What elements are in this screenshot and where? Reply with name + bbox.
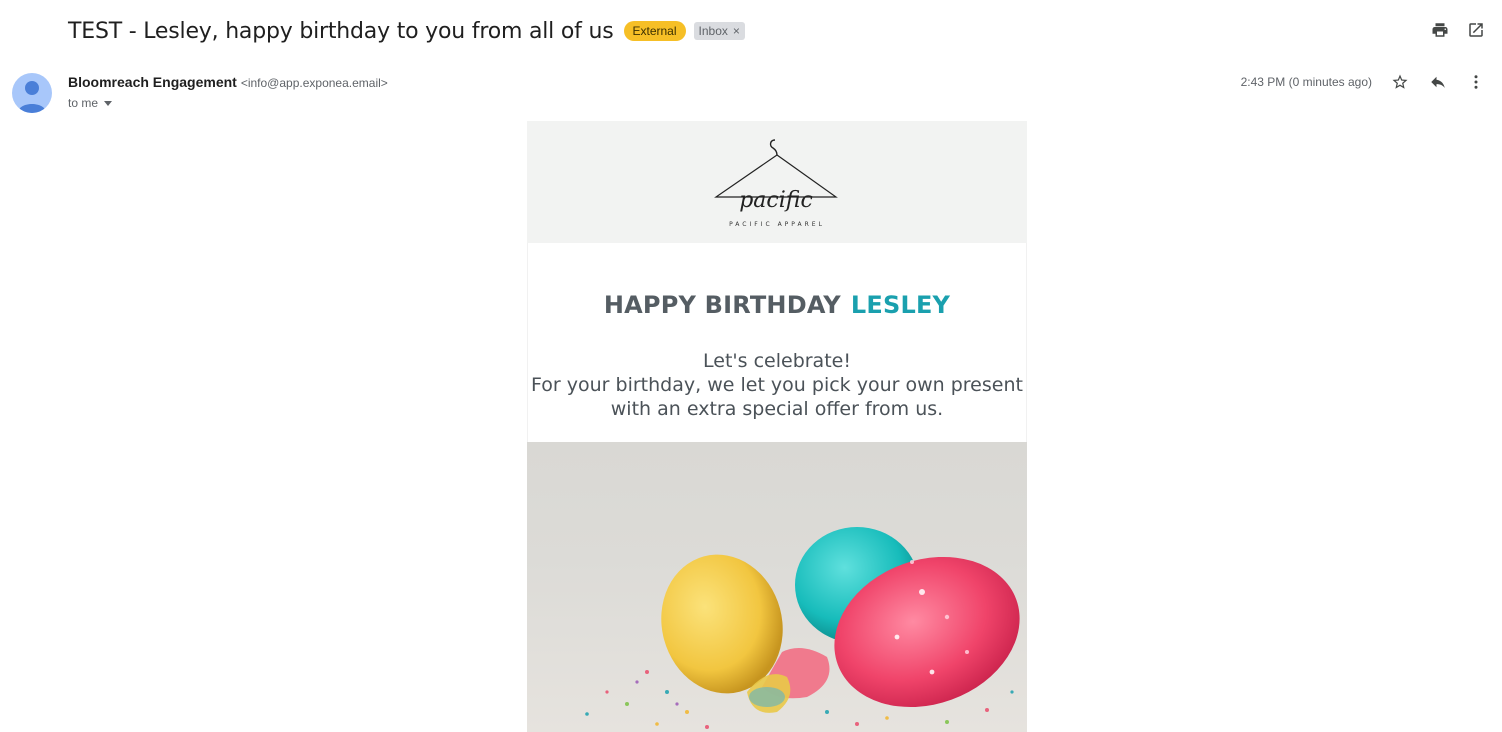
headline-prefix: HAPPY BIRTHDAY [603,291,841,319]
star-icon[interactable] [1390,72,1410,92]
body-line: For your birthday, we let you pick your … [531,374,1023,396]
message-actions: 2:43 PM (0 minutes ago) [1241,72,1486,92]
timestamp: 2:43 PM (0 minutes ago) [1240,75,1372,89]
open-in-new-window-icon[interactable] [1466,20,1486,40]
recipient-details-toggle[interactable]: to me [68,96,113,110]
subject-row: TEST - Lesley, happy birthday to you fro… [68,16,745,46]
sender-name[interactable]: Bloomreach Engagement [68,74,237,90]
thread-actions [1430,20,1486,40]
body-text: Let's celebrate! For your birthday, we l… [528,349,1026,421]
avatar[interactable] [12,73,52,113]
balloons-image [585,527,1020,729]
remove-label-icon[interactable]: × [733,24,740,38]
body-line: Let's celebrate! [703,350,851,372]
more-options-icon[interactable] [1466,72,1486,92]
email-body: pacific PACIFIC APPAREL HAPPY BIRTHDAY LE… [527,121,1027,732]
inbox-label-text: Inbox [698,24,728,38]
external-label: External [623,21,686,41]
logo-tagline: PACIFIC APPAREL [729,220,825,228]
logo-script: pacific [739,188,813,213]
brand-logo[interactable]: pacific PACIFIC APPAREL [712,137,842,228]
reply-icon[interactable] [1428,72,1448,92]
body-line: with an extra special offer from us. [610,398,944,420]
email-header: pacific PACIFIC APPAREL [527,121,1027,243]
headline: HAPPY BIRTHDAY LESLEY [528,243,1026,319]
recipient-text: to me [68,96,99,110]
headline-name: LESLEY [850,291,951,319]
print-icon[interactable] [1430,20,1450,40]
inbox-label[interactable]: Inbox × [693,22,745,40]
sender-line: Bloomreach Engagement <info@app.exponea.… [68,74,388,90]
hanger-logo-icon: pacific [714,138,838,213]
greeting-section: HAPPY BIRTHDAY LESLEY Let's celebrate! Fo… [527,243,1027,442]
hero-image[interactable] [527,442,1027,732]
sender-email: <info@app.exponea.email> [240,76,388,90]
chevron-down-icon [104,100,113,106]
email-subject: TEST - Lesley, happy birthday to you fro… [68,18,614,44]
